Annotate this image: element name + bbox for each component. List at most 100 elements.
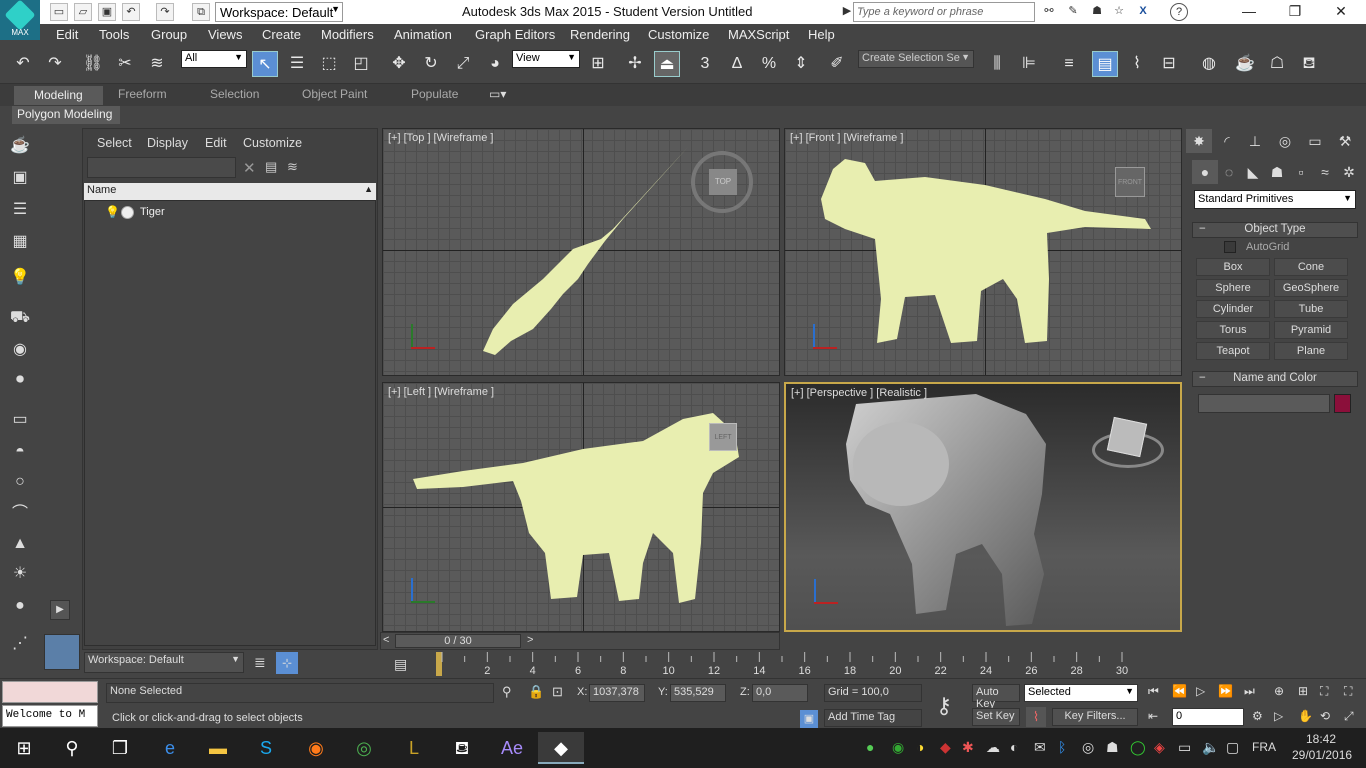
viewcube-perspective[interactable] (1106, 416, 1148, 458)
selection-filter-dropdown[interactable]: All ▼ (181, 50, 247, 68)
keyboard-shortcut-override-icon[interactable]: ⏏ (654, 51, 680, 77)
hierarchy-tab-icon[interactable]: ⊥ (1242, 129, 1268, 153)
menu-customize[interactable]: Customize (648, 27, 709, 42)
sun-icon[interactable]: ☀ (7, 562, 33, 586)
tab-selection[interactable]: Selection (210, 87, 259, 101)
shapes-icon[interactable]: ◌ (1216, 160, 1242, 184)
clock-time[interactable]: 18:42 (1306, 732, 1336, 746)
menu-modifiers[interactable]: Modifiers (321, 27, 374, 42)
help-icon[interactable]: ? (1170, 3, 1188, 21)
bind-space-warp-icon[interactable]: ≋ (144, 51, 170, 77)
render-production-icon[interactable]: ⛾ (1296, 51, 1322, 77)
tray-icon-1[interactable]: ● (866, 739, 874, 755)
move-icon[interactable]: ✥ (386, 51, 412, 77)
box-button[interactable]: Box (1196, 258, 1270, 276)
open-file-icon[interactable]: ▱ (74, 3, 92, 21)
notifications-icon[interactable]: ▢ (1226, 739, 1239, 756)
viewport-label[interactable]: [+] [Left ] [Wireframe ] (388, 386, 494, 398)
tab-object-paint[interactable]: Object Paint (302, 87, 367, 101)
orbit-icon[interactable]: ⟲ (1320, 709, 1330, 723)
schematic-view-icon[interactable]: ⊟ (1156, 51, 1182, 77)
sphere-gold-icon[interactable]: ● (7, 594, 33, 618)
modify-tab-icon[interactable]: ◜ (1214, 129, 1240, 153)
utilities-tab-icon[interactable]: ⚒ (1332, 129, 1358, 153)
tube-button[interactable]: Tube (1274, 300, 1348, 318)
rectangular-selection-icon[interactable]: ⬚ (316, 51, 342, 77)
primitive-category-dropdown[interactable]: Standard Primitives ▼ (1194, 190, 1356, 209)
tray-icon-2[interactable]: ◉ (892, 739, 904, 756)
freeze-icon[interactable] (121, 206, 134, 219)
link-icon[interactable]: ⛓ (80, 51, 106, 77)
cone-icon[interactable]: ▲ (7, 532, 33, 556)
redo-icon[interactable]: ↷ (42, 51, 68, 77)
onedrive-icon[interactable]: ☁ (986, 739, 1000, 756)
time-slider[interactable]: < 0 / 30 > (380, 632, 780, 650)
menu-rendering[interactable]: Rendering (570, 27, 630, 42)
lol-icon[interactable]: L (394, 732, 434, 764)
maximize-viewport-icon[interactable]: ⤢ (1344, 709, 1354, 724)
camera-icon[interactable]: ⛟ (7, 306, 33, 330)
key-tangent-icon[interactable]: ⌇ (1026, 707, 1046, 727)
go-to-end-icon[interactable]: ⏭ (1244, 684, 1255, 699)
explorer-menu-select[interactable]: Select (97, 136, 132, 150)
menu-group[interactable]: Group (151, 27, 187, 42)
ribbon-panel-polygon-modeling[interactable]: Polygon Modeling (12, 106, 120, 124)
hierarchy-icon[interactable]: ⊹ (276, 652, 298, 674)
set-key-icon[interactable]: ⚷ (936, 693, 952, 719)
hemisphere-icon[interactable]: ◓ (7, 440, 33, 464)
explorer-menu-customize[interactable]: Customize (243, 136, 302, 150)
light-bulb-icon[interactable]: 💡 (105, 205, 120, 219)
previous-frame-icon[interactable]: ⏪ (1172, 684, 1187, 698)
undo-icon[interactable]: ↶ (122, 3, 140, 21)
space-warps-icon[interactable]: ≈ (1312, 160, 1338, 184)
tray-icon-3[interactable]: ◑ (916, 739, 924, 755)
task-view-icon[interactable]: ❐ (100, 732, 140, 764)
percent-snap-icon[interactable]: % (756, 51, 782, 77)
menu-help[interactable]: Help (808, 27, 835, 42)
object-name-input[interactable] (1198, 394, 1330, 413)
viewport-front[interactable]: [+] [Front ] [Wireframe ] FRONT (784, 128, 1182, 376)
motion-tab-icon[interactable]: ◎ (1272, 129, 1298, 153)
binoculars-icon[interactable]: ⚯ (1040, 3, 1058, 21)
workspace-selector[interactable]: Workspace: Default ▼ (84, 652, 244, 673)
table-icon[interactable]: ▦ (7, 230, 33, 254)
named-selection-dropdown[interactable]: Create Selection Se ▼ (858, 50, 974, 68)
box-icon[interactable]: ▭ (7, 408, 33, 432)
unlink-icon[interactable]: ✂ (112, 51, 138, 77)
isolate-selection-icon[interactable]: ⚲ (502, 684, 512, 700)
cameras-icon[interactable]: ☗ (1264, 160, 1290, 184)
project-folder-icon[interactable]: ⧉ (192, 3, 210, 21)
explorer-menu-display[interactable]: Display (147, 136, 188, 150)
rollout-name-and-color[interactable]: − Name and Color (1192, 371, 1358, 387)
tray-icon-9[interactable]: ☗ (1106, 739, 1119, 756)
windows-start-icon[interactable]: ⊞ (4, 732, 44, 764)
viewport-layout-icon[interactable] (44, 634, 80, 670)
maxscript-mini-listener[interactable]: Welcome to M (2, 705, 98, 727)
lock-icon[interactable]: 🔒 (528, 684, 544, 700)
pivot-center-icon[interactable]: ⊞ (585, 51, 611, 77)
select-manipulate-icon[interactable]: ✢ (622, 51, 648, 77)
select-object-icon[interactable]: ↖ (252, 51, 278, 77)
cone-button[interactable]: Cone (1274, 258, 1348, 276)
go-to-start-icon[interactable]: ⏮ (1148, 684, 1159, 699)
explorer-menu-edit[interactable]: Edit (205, 136, 227, 150)
rendered-frame-window-icon[interactable]: ☖ (1264, 51, 1290, 77)
file-explorer-icon[interactable]: ▬ (198, 732, 238, 764)
reference-coordinate-dropdown[interactable]: View ▼ (512, 50, 580, 68)
ribbon-options-icon[interactable]: ▭▾ (489, 87, 506, 101)
key-filters-button[interactable]: Key Filters... (1052, 708, 1138, 726)
time-prev-icon[interactable]: < (383, 634, 389, 646)
close-icon[interactable]: ✕ (1318, 0, 1364, 24)
menu-animation[interactable]: Animation (394, 27, 452, 42)
pyramid-button[interactable]: Pyramid (1274, 321, 1348, 339)
rollout-object-type[interactable]: − Object Type (1192, 222, 1358, 238)
zoom-extents-icon[interactable]: ⛶ (1320, 684, 1328, 699)
viewport-top[interactable]: [+] [Top ] [Wireframe ] TOP (382, 128, 780, 376)
zoom-icon[interactable]: ⊕ (1274, 684, 1284, 698)
viewcube-front[interactable]: FRONT (1115, 167, 1145, 197)
edit-named-selection-icon[interactable]: ✐ (824, 51, 850, 77)
expand-arrow-icon[interactable]: ▶ (50, 600, 70, 620)
workspace-dropdown[interactable]: Workspace: Default ▼ (215, 2, 343, 22)
basket-icon[interactable]: ⌒ (7, 502, 33, 526)
minimize-icon[interactable]: — (1226, 0, 1272, 24)
